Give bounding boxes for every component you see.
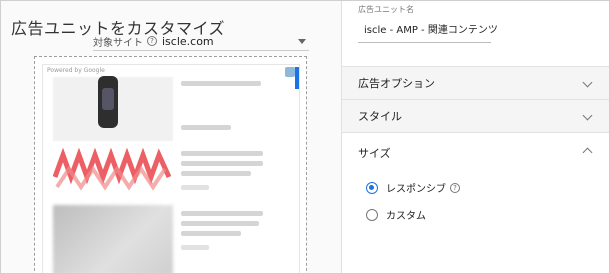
section-label: サイズ [358,146,391,160]
section-label: スタイル [358,110,402,123]
ad-text-line [181,81,261,86]
dropdown-caret-icon[interactable] [298,39,306,44]
option-label: カスタム [386,211,426,222]
site-label: 対象サイト [93,37,143,49]
chevron-down-icon [582,110,593,121]
ad-text-line [181,211,263,216]
radio-button[interactable] [366,208,378,221]
ad-text-line [181,185,209,190]
site-underline [93,50,309,51]
site-value: iscle.com [162,34,214,48]
section-style[interactable]: スタイル [342,99,609,132]
powered-by-label: Powered by Google [47,67,105,74]
ad-text-line [181,231,241,236]
ad-unit-name-underline [358,42,491,43]
adchoices-icon[interactable] [285,67,295,77]
ad-text-line [181,151,263,156]
chevron-up-icon [582,147,593,158]
ad-text-line [181,161,263,166]
product-image [98,76,118,128]
ad-thumbnail [53,205,173,273]
help-icon[interactable]: ? [450,182,460,193]
ad-text-line [181,245,209,250]
size-option-custom[interactable]: カスタム [366,207,426,222]
ad-preview-frame: Powered by Google [34,56,307,273]
ad-text-line [181,125,231,130]
radio-button[interactable] [366,181,378,194]
ad-preview: Powered by Google [43,65,299,273]
ad-unit-name-input[interactable]: iscle - AMP - 関連コンテンツ [364,21,498,36]
ad-unit-name-label: 広告ユニット名 [358,5,414,14]
section-size[interactable]: サイズ [342,132,609,172]
help-icon[interactable]: ? [147,36,157,46]
ad-text-line [181,171,251,176]
size-option-responsive[interactable]: レスポンシブ ? [366,180,460,195]
site-selector[interactable]: 対象サイト ? iscle.com [93,34,214,49]
chevron-down-icon [582,77,593,88]
option-label: レスポンシブ [386,184,446,195]
scrollbar[interactable] [295,67,299,89]
settings-panel: 広告ユニット名 iscle - AMP - 関連コンテンツ 広告オプション スタ… [342,1,609,273]
section-ad-options[interactable]: 広告オプション [342,66,609,99]
ad-thumbnail [53,147,172,191]
editor-frame: 広告ユニットをカスタマイズ 対象サイト ? iscle.com Powered … [0,0,610,274]
section-label: 広告オプション [358,77,435,90]
ad-text-line [181,221,259,226]
preview-pane: 広告ユニットをカスタマイズ 対象サイト ? iscle.com Powered … [1,1,321,273]
